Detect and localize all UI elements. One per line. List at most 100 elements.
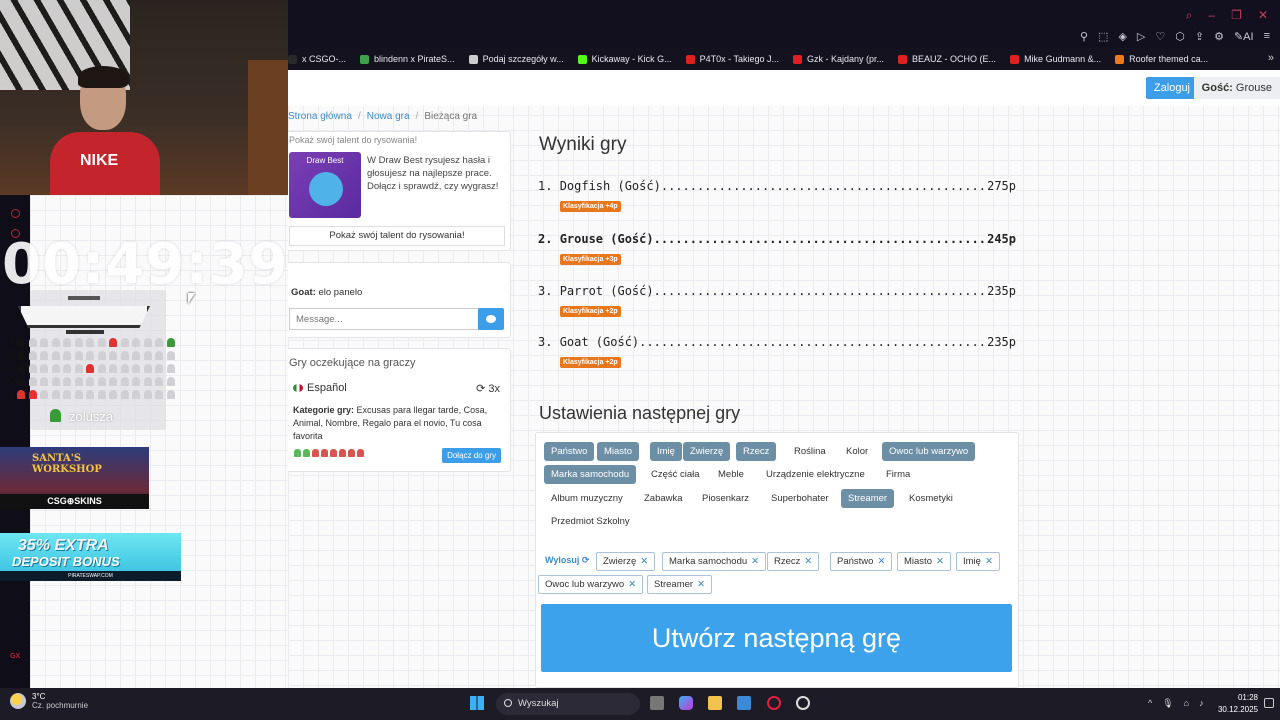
settings-icon[interactable]: ⚙ xyxy=(1214,30,1224,43)
extensions-icon[interactable]: ⬡ xyxy=(1175,30,1185,43)
taskbar-search[interactable]: Wyszukaj xyxy=(496,693,640,715)
login-button[interactable]: Zaloguj xyxy=(1145,77,1198,99)
start-icon[interactable] xyxy=(470,696,484,710)
seat-icon xyxy=(40,364,48,373)
notification-icon[interactable] xyxy=(1264,698,1274,708)
seat-icon xyxy=(155,390,163,399)
seat-icon xyxy=(40,351,48,360)
seat-icon xyxy=(166,338,175,347)
category-chip[interactable]: Państwo xyxy=(544,442,595,461)
store-icon[interactable] xyxy=(737,696,751,710)
draw-random-button[interactable]: Wylosuj ⟳ xyxy=(545,555,589,566)
category-chip[interactable]: Marka samochodu xyxy=(544,465,637,484)
category-chip[interactable]: Roślina xyxy=(787,442,833,461)
ranking-badge: Klasyfikacja +4p xyxy=(560,201,621,212)
category-chip[interactable]: Meble xyxy=(711,465,751,484)
send-message-button[interactable] xyxy=(478,308,504,330)
record-icon[interactable] xyxy=(11,209,20,218)
shield-icon[interactable]: ◈ xyxy=(1118,30,1126,43)
remove-tag-icon[interactable]: ✕ xyxy=(877,556,885,567)
remove-tag-icon[interactable]: ✕ xyxy=(640,556,648,567)
category-chip[interactable]: Piosenkarz xyxy=(695,489,756,508)
gx-icon[interactable]: GX xyxy=(10,653,20,660)
promo-image[interactable]: Draw Best xyxy=(289,152,361,218)
category-chip[interactable]: Album muzyczny xyxy=(544,489,630,508)
menu-icon[interactable]: ≡ xyxy=(1264,30,1270,43)
close-icon[interactable]: ✕ xyxy=(1258,8,1268,23)
breadcrumb-new-game[interactable]: Nowa gra xyxy=(367,111,410,122)
breadcrumb-home[interactable]: Strona główna xyxy=(288,111,352,122)
promo-button[interactable]: Pokaż swój talent do rysowania! xyxy=(289,226,505,246)
bookmark-item[interactable]: P4T0x - Takiego J... xyxy=(685,54,779,64)
remove-tag-icon[interactable]: ✕ xyxy=(804,556,812,567)
clock[interactable]: 01:28 30.12.2025 xyxy=(1218,692,1258,716)
category-chip[interactable]: Kosmetyki xyxy=(902,489,960,508)
remove-tag-icon[interactable]: ✕ xyxy=(751,556,759,567)
weather-widget[interactable]: 3°C Cz. pochmurnie xyxy=(10,692,88,710)
seat-row-label: C xyxy=(8,362,16,374)
remove-tag-icon[interactable]: ✕ xyxy=(697,579,705,590)
category-chip[interactable]: Zabawka xyxy=(637,489,690,508)
category-chip[interactable]: Przedmiot Szkolny xyxy=(544,512,637,531)
bookmark-item[interactable]: Mike Gudmann &... xyxy=(1010,54,1101,64)
chat-text: elo panelo xyxy=(318,287,363,298)
category-chip[interactable]: Owoc lub warzywo xyxy=(882,442,976,461)
bookmark-item[interactable]: BEAUZ - OCHO (E... xyxy=(898,54,996,64)
maximize-icon[interactable]: ❐ xyxy=(1231,8,1242,23)
bookmark-favicon-icon xyxy=(360,54,370,64)
bookmark-item[interactable]: blindenn x PirateS... xyxy=(360,54,455,64)
play-icon[interactable]: ▷ xyxy=(1137,30,1145,43)
shirt-logo: NIKE xyxy=(80,152,119,169)
selected-category-tag: Państwo ✕ xyxy=(830,552,893,571)
file-explorer-icon[interactable] xyxy=(708,696,722,710)
bookmark-item[interactable]: Kickaway - Kick G... xyxy=(577,54,672,64)
remove-tag-icon[interactable]: ✕ xyxy=(628,579,636,590)
microphone-icon[interactable]: 🎙 xyxy=(1162,698,1173,709)
bookmark-item[interactable]: x CSGO-... xyxy=(288,54,346,64)
create-next-game-button[interactable]: Utwórz następną grę xyxy=(541,604,1012,672)
ai-icon[interactable]: ✎AI xyxy=(1234,30,1254,43)
join-game-button[interactable]: Dołącz do gry xyxy=(442,448,501,463)
category-chip[interactable]: Rzecz xyxy=(736,442,777,461)
result-row: 3. Parrot (Gość)........................… xyxy=(538,284,1016,298)
search-icon[interactable]: ⌕ xyxy=(1186,8,1193,23)
category-chip[interactable]: Zwierzę xyxy=(683,442,731,461)
network-icon[interactable]: ⌂ xyxy=(1184,698,1189,709)
category-chip[interactable]: Urządzenie elektryczne xyxy=(759,465,872,484)
share-icon[interactable]: ⇪ xyxy=(1195,30,1204,43)
player-slot-icon xyxy=(321,449,328,457)
seat-icon xyxy=(132,351,140,360)
remove-tag-icon[interactable]: ✕ xyxy=(936,556,944,567)
pin-icon[interactable]: ⚲ xyxy=(1080,30,1088,43)
screenshot-icon[interactable]: ⬚ xyxy=(1098,30,1108,43)
bookmark-item[interactable]: Roofer themed ca... xyxy=(1115,54,1208,64)
seat-icon xyxy=(74,364,83,373)
bookmark-item[interactable]: Gzk - Kajdany (pr... xyxy=(793,54,884,64)
app-icon[interactable] xyxy=(796,696,810,710)
minimize-icon[interactable]: – xyxy=(1208,8,1215,23)
promo-panel: Pokaż swój talent do rysowania! Draw Bes… xyxy=(288,131,511,251)
bookmarks-more-icon[interactable]: » xyxy=(1268,52,1274,64)
remove-tag-icon[interactable]: ✕ xyxy=(985,556,993,567)
deposit-bonus-ad[interactable]: 35% EXTRA DEPOSIT BONUS PIRATESWAP.COM xyxy=(0,533,181,581)
category-chip[interactable]: Część ciała xyxy=(644,465,707,484)
date: 30.12.2025 xyxy=(1217,705,1258,714)
category-chip[interactable]: Kolor xyxy=(839,442,875,461)
heart-icon[interactable]: ♡ xyxy=(1155,30,1165,43)
category-chip[interactable]: Imię xyxy=(650,442,682,461)
copilot-icon[interactable] xyxy=(679,696,693,710)
chat-input[interactable] xyxy=(289,308,479,330)
task-view-icon[interactable] xyxy=(650,696,664,710)
category-chip[interactable]: Streamer xyxy=(841,489,895,508)
stream-timer: 00:49:39 xyxy=(2,232,289,297)
breadcrumb-separator: / xyxy=(415,111,419,122)
bookmark-item[interactable]: Podaj szczegóły w... xyxy=(468,54,564,64)
opera-gx-icon[interactable] xyxy=(767,696,781,710)
category-chip[interactable]: Miasto xyxy=(597,442,639,461)
category-chip[interactable]: Firma xyxy=(879,465,917,484)
game-language: Español xyxy=(293,382,347,394)
category-chip[interactable]: Superbohater xyxy=(764,489,836,508)
tray-chevron-icon[interactable]: ^ xyxy=(1148,698,1152,709)
volume-icon[interactable]: ♪ xyxy=(1199,698,1204,709)
ranking-badge: Klasyfikacja +2p xyxy=(560,306,621,317)
